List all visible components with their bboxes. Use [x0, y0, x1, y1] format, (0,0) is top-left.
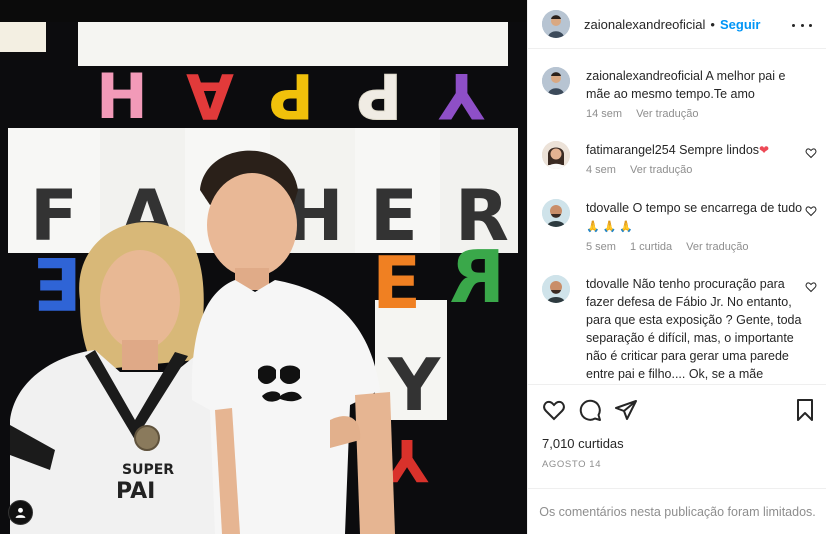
- comment-item: tdovalle O tempo se encarrega de tudo 🙏🙏…: [542, 199, 817, 253]
- save-icon[interactable]: [793, 398, 817, 422]
- comment-translate-link[interactable]: Ver tradução: [630, 164, 692, 176]
- caption-avatar-image: [542, 67, 570, 95]
- photo-illustration: H A P P Y F A T H E R E E R Y Y: [0, 0, 527, 534]
- comment-like-icon[interactable]: [805, 147, 817, 159]
- comment-avatar-image: [542, 199, 570, 227]
- comment-body: O tempo se encarrega de tudo: [632, 201, 803, 215]
- comment-item: fatimarangel254 Sempre lindos❤ 4 sem Ver…: [542, 141, 817, 176]
- comments-list[interactable]: zaionalexandreoficial A melhor pai e mãe…: [528, 50, 826, 383]
- banner-letter-y: Y: [438, 59, 485, 132]
- comment-body: Sempre lindos: [679, 143, 760, 157]
- comment-like-icon[interactable]: [805, 205, 817, 217]
- shirt-text-pai: PAI: [116, 479, 155, 504]
- more-options-icon[interactable]: [792, 15, 812, 35]
- author-avatar[interactable]: [542, 10, 570, 38]
- user-tag-icon: [15, 507, 26, 518]
- follow-button[interactable]: Seguir: [720, 17, 760, 32]
- caption-comment: zaionalexandreoficial A melhor pai e mãe…: [542, 67, 817, 120]
- reflection-e-blue: E: [33, 241, 82, 325]
- post-photo[interactable]: H A P P Y F A T H E R E E R Y Y: [0, 0, 527, 534]
- comment-translate-link[interactable]: Ver tradução: [686, 241, 748, 253]
- banner-letter-a: A: [186, 59, 234, 132]
- caption-avatar[interactable]: [542, 67, 570, 95]
- comment-avatar-image: [542, 141, 570, 169]
- caption-username[interactable]: zaionalexandreoficial: [586, 69, 703, 83]
- comment-body: Não tenho procuração para fazer defesa d…: [586, 277, 802, 381]
- caption-time[interactable]: 14 sem: [586, 108, 622, 120]
- shirt-text-super: SUPER: [122, 462, 174, 478]
- share-icon[interactable]: [614, 398, 638, 422]
- author-username-link[interactable]: zaionalexandreoficial: [584, 17, 705, 32]
- like-icon[interactable]: [542, 398, 566, 422]
- post-header: zaionalexandreoficial • Seguir: [528, 0, 826, 49]
- comment-avatar[interactable]: [542, 141, 570, 169]
- comment-meta: 4 sem Ver tradução: [586, 164, 811, 176]
- comment-icon[interactable]: [578, 398, 602, 422]
- banner-letter-p2: P: [357, 59, 402, 132]
- comment-avatar[interactable]: [542, 199, 570, 227]
- banner-letter-y2: Y: [387, 343, 441, 427]
- banner-letter-h: H: [96, 60, 148, 133]
- comment-text: fatimarangel254 Sempre lindos❤: [586, 141, 811, 159]
- comment-avatar[interactable]: [542, 275, 570, 303]
- comment-like-icon[interactable]: [805, 281, 817, 293]
- author-avatar-image: [542, 10, 570, 38]
- comment-time[interactable]: 5 sem: [586, 241, 616, 253]
- likes-count[interactable]: 7,010 curtidas: [542, 436, 624, 451]
- comments-limited-notice: Os comentários nesta publicação foram li…: [528, 488, 826, 534]
- banner-letter-p1: P: [269, 59, 314, 132]
- comment-avatar-image: [542, 275, 570, 303]
- post-date[interactable]: AGOSTO 14: [542, 459, 601, 470]
- comment-item: tdovalle Não tenho procuração para fazer…: [542, 275, 817, 383]
- comment-time[interactable]: 4 sem: [586, 164, 616, 176]
- post-actions: 7,010 curtidas AGOSTO 14: [528, 384, 826, 488]
- user-tag-button[interactable]: [8, 500, 33, 525]
- caption-meta: 14 sem Ver tradução: [586, 108, 811, 120]
- comment-username[interactable]: tdovalle: [586, 277, 629, 291]
- comment-emoji: 🙏🙏🙏: [586, 221, 637, 233]
- comment-meta: 5 sem 1 curtida Ver tradução: [586, 241, 811, 253]
- comment-emoji: ❤: [759, 143, 770, 157]
- comment-text: tdovalle Não tenho procuração para fazer…: [586, 275, 811, 383]
- comment-username[interactable]: fatimarangel254: [586, 143, 676, 157]
- caption-translate-link[interactable]: Ver tradução: [636, 108, 698, 120]
- reflection-r-green: R: [450, 235, 505, 319]
- comment-text: tdovalle O tempo se encarrega de tudo 🙏🙏…: [586, 199, 811, 236]
- caption-text: zaionalexandreoficial A melhor pai e mãe…: [586, 67, 811, 103]
- header-separator: •: [710, 16, 715, 32]
- reflection-e-orange: E: [372, 241, 421, 325]
- comment-username[interactable]: tdovalle: [586, 201, 629, 215]
- post-side-panel: zaionalexandreoficial • Seguir zaionalex…: [527, 0, 826, 534]
- comment-likes[interactable]: 1 curtida: [630, 241, 672, 253]
